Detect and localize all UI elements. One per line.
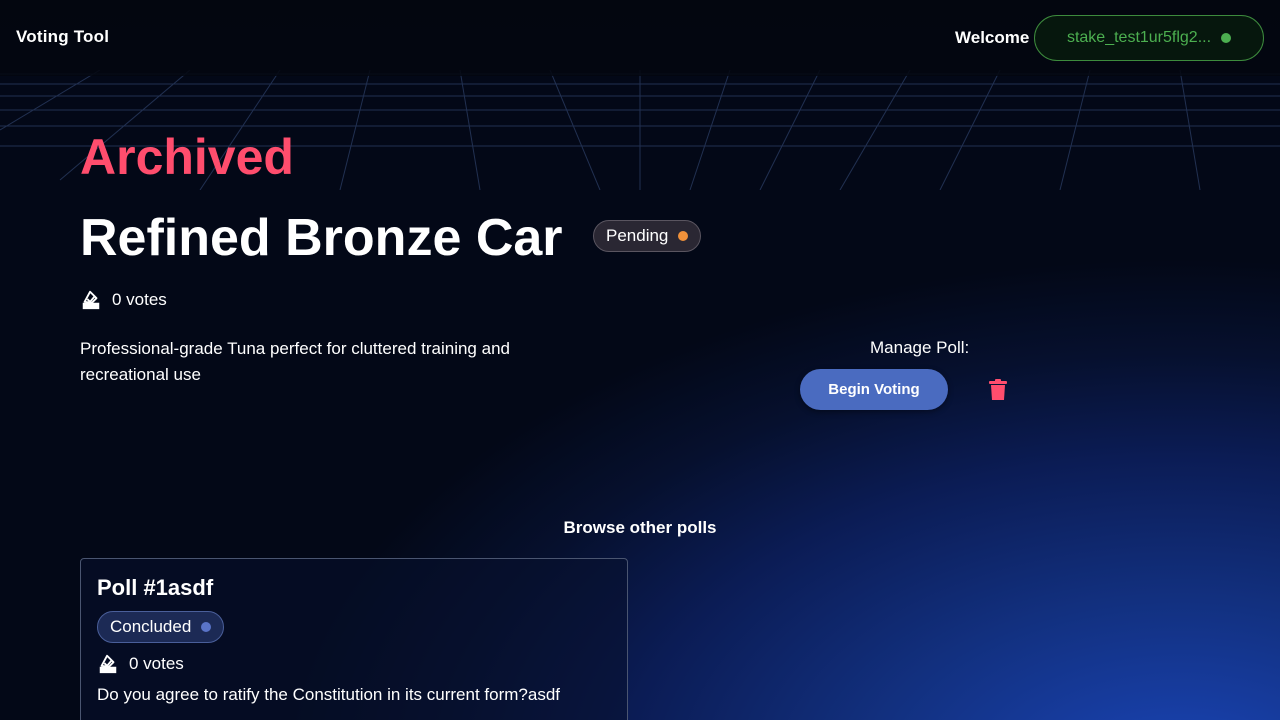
- poll-title: Refined Bronze Car: [80, 209, 563, 267]
- ballot-icon: [99, 654, 117, 674]
- poll-description: Professional-grade Tuna perfect for clut…: [80, 339, 510, 384]
- poll-status-heading: Archived: [80, 129, 294, 185]
- vote-count: 0 votes: [80, 289, 167, 311]
- top-navbar: Voting Tool Welcome stake_test1ur5flg2..…: [0, 0, 1280, 76]
- status-badge: Pending: [593, 220, 702, 252]
- wallet-button[interactable]: stake_test1ur5flg2...: [1034, 15, 1264, 61]
- status-dot: [678, 231, 689, 241]
- ballot-icon: [82, 290, 100, 310]
- manage-poll-label: Manage Poll:: [870, 338, 970, 357]
- status-dot: [201, 622, 212, 632]
- trash-icon[interactable]: [988, 379, 1008, 401]
- wallet-status-dot: [1221, 33, 1232, 43]
- welcome-text: Welcome: [955, 28, 1030, 47]
- app-logo[interactable]: Voting Tool: [16, 27, 109, 47]
- vote-count-label: 0 votes: [112, 290, 167, 309]
- begin-voting-button[interactable]: Begin Voting: [800, 369, 948, 410]
- poll-card-question: Do you agree to ratify the Constitution …: [97, 685, 561, 704]
- browse-polls-heading: Browse other polls: [563, 518, 717, 537]
- wallet-address: stake_test1ur5flg2...: [1066, 29, 1212, 46]
- status-badge-label: Pending: [606, 226, 669, 245]
- poll-card[interactable]: Poll #1asdf Concluded 0 votes Do you agr…: [80, 558, 628, 720]
- status-badge: Concluded: [97, 611, 225, 643]
- vote-count: 0 votes: [97, 653, 184, 675]
- vote-count-label: 0 votes: [129, 654, 184, 673]
- status-badge-label: Concluded: [110, 617, 192, 636]
- poll-card-title: Poll #1asdf: [97, 575, 214, 600]
